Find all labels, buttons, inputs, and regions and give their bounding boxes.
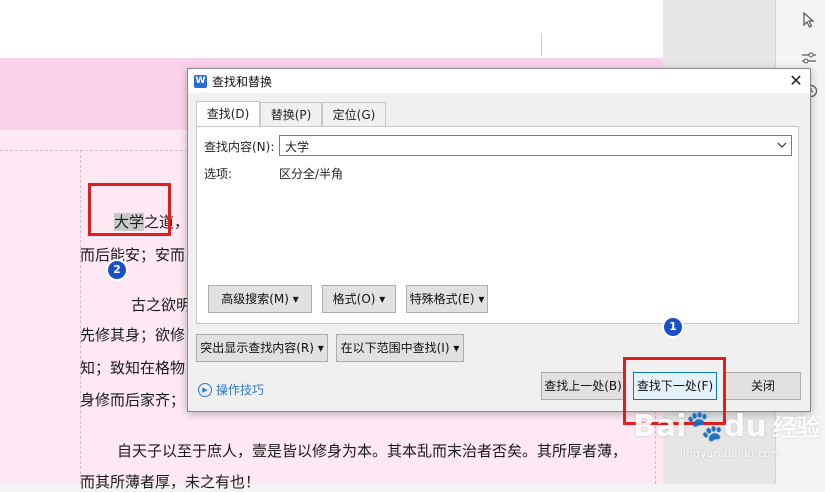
doc-line-8: 而其所薄者厚，未之有也！ bbox=[80, 473, 261, 491]
search-range-button[interactable]: 在以下范围中查找(I) ▾ bbox=[336, 334, 464, 362]
page-corner-mark bbox=[541, 34, 542, 56]
find-previous-button[interactable]: 查找上一处(B) bbox=[541, 372, 625, 400]
tab-replace[interactable]: 替换(P) bbox=[260, 102, 322, 126]
format-button[interactable]: 格式(O) ▾ bbox=[322, 285, 396, 313]
close-button[interactable]: 关闭 bbox=[725, 372, 801, 400]
doc-line-2: 而后能安；安而 bbox=[80, 246, 186, 264]
options-value: 区分全/半角 bbox=[279, 167, 344, 181]
find-input-value: 大学 bbox=[285, 140, 310, 154]
margin-guide-left bbox=[80, 150, 81, 484]
find-label: 查找内容(N): bbox=[204, 140, 275, 154]
advanced-search-button[interactable]: 高级搜索(M) ▾ bbox=[208, 285, 312, 313]
tab-goto[interactable]: 定位(G) bbox=[322, 102, 386, 126]
doc-line-7: 自天子以至于庶人，壹是皆以修身为本。其本乱而末治者否矣。其所厚者薄， bbox=[117, 442, 628, 460]
watermark-url: jingyan.baidu.com bbox=[680, 447, 782, 460]
find-input[interactable]: 大学 bbox=[279, 135, 792, 156]
document-top-area bbox=[0, 0, 663, 59]
close-icon[interactable]: ✕ bbox=[786, 70, 806, 92]
annotation-box-match bbox=[88, 183, 171, 236]
doc-line-6: 身修而后家齐； bbox=[80, 391, 186, 409]
annotation-badge-2: 2 bbox=[108, 261, 126, 279]
tips-link[interactable]: 操作技巧 bbox=[216, 381, 264, 398]
annotation-badge-1: 1 bbox=[664, 318, 682, 336]
sliders-icon[interactable] bbox=[800, 50, 818, 68]
special-format-button[interactable]: 特殊格式(E) ▾ bbox=[406, 285, 488, 313]
tab-find[interactable]: 查找(D) bbox=[196, 101, 260, 127]
doc-line-3: 古之欲明 bbox=[131, 296, 192, 314]
options-label: 选项: bbox=[204, 167, 233, 181]
play-circle-icon[interactable]: ▶ bbox=[198, 383, 212, 397]
doc-line-5: 知；致知在格物 bbox=[80, 359, 186, 377]
wps-writer-icon: W bbox=[194, 75, 207, 88]
cursor-icon[interactable] bbox=[800, 11, 818, 30]
chevron-down-icon[interactable] bbox=[777, 137, 787, 156]
doc-line-4: 先修其身；欲修 bbox=[80, 326, 186, 344]
dialog-titlebar: W 查找和替换 ✕ bbox=[188, 69, 810, 93]
find-panel: 查找内容(N): 大学 选项: 区分全/半角 高级搜索(M) ▾ 格式(O) ▾… bbox=[196, 126, 799, 324]
dialog-title: 查找和替换 bbox=[212, 75, 273, 89]
watermark-logo: Bai🐾du 经验 bbox=[633, 409, 821, 444]
highlight-matches-button[interactable]: 突出显示查找内容(R) ▾ bbox=[196, 334, 328, 362]
